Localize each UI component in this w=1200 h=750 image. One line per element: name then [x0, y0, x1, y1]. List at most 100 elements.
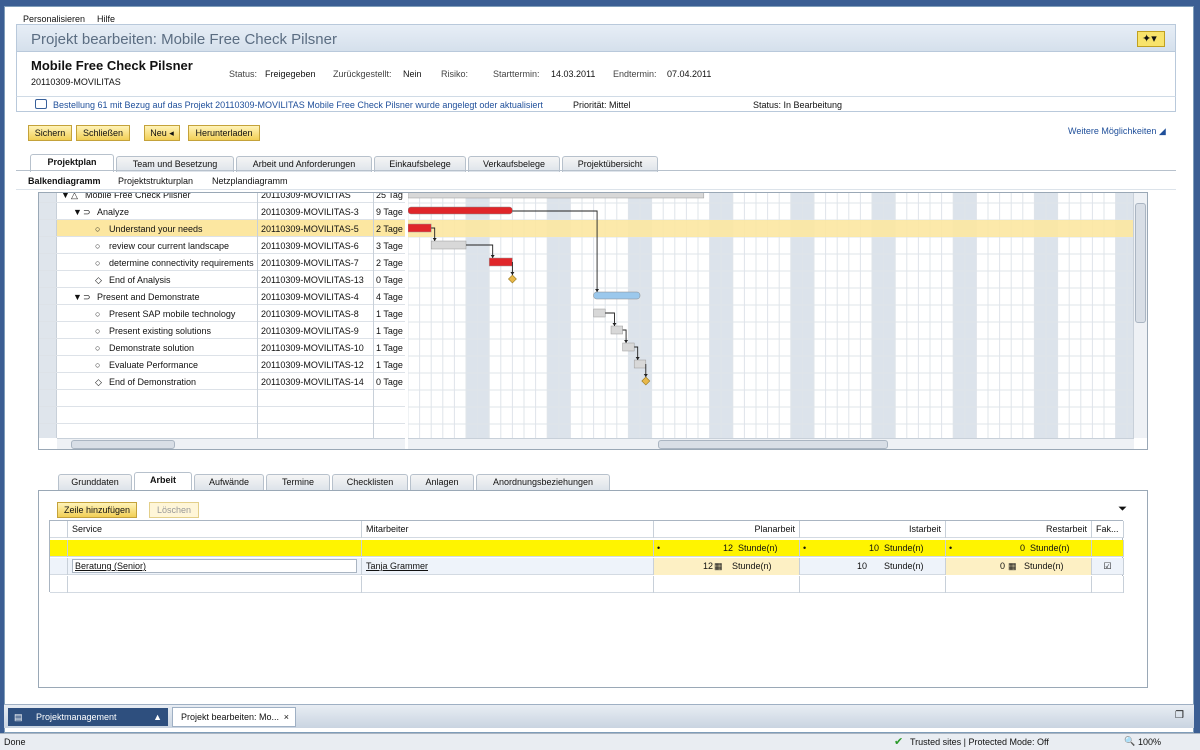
new-button[interactable]: Neu ◂	[144, 125, 180, 141]
service-input[interactable]: Beratung (Senior)	[72, 559, 357, 573]
employee-cell[interactable]: Tanja Grammer	[362, 558, 654, 575]
task-duration: 1 Tage	[376, 360, 403, 370]
detail-tab-arbeit[interactable]: Arbeit	[134, 472, 192, 490]
row-selector[interactable]	[39, 339, 57, 355]
left-horizontal-scrollbar[interactable]	[57, 438, 405, 449]
zoom-icon[interactable]: 🔍	[1124, 736, 1135, 747]
right-horizontal-scrollbar[interactable]	[408, 438, 1134, 449]
filter-icon[interactable]: ⏷	[1118, 503, 1127, 516]
detail-tab-anlagen[interactable]: Anlagen	[410, 474, 474, 490]
col-istarbeit[interactable]: Istarbeit	[800, 521, 946, 538]
row-selector[interactable]	[39, 373, 57, 389]
column-separator	[373, 193, 374, 438]
gantt-row[interactable]: ○ Understand your needs 20110309-MOVILITAS…	[39, 220, 405, 237]
row-selector[interactable]	[39, 271, 57, 287]
gantt-bar-area	[408, 193, 1134, 438]
gantt-row[interactable]: ○ Present SAP mobile technology 20110309-M…	[39, 305, 405, 322]
rest-value[interactable]: 0	[1000, 558, 1005, 574]
calculator-icon[interactable]: ▦	[714, 558, 723, 574]
add-row-button[interactable]: Zeile hinzufügen	[57, 502, 137, 518]
gantt-row[interactable]: ○ determine connectivity requirements 2011…	[39, 254, 405, 271]
gantt-row[interactable]: ○ Evaluate Performance 20110309-MOVILITAS-…	[39, 356, 405, 373]
gantt-empty-row	[39, 407, 405, 424]
col-fak[interactable]: Fak...	[1092, 521, 1124, 538]
plan-value[interactable]: 12	[703, 558, 713, 574]
task-bar	[633, 359, 647, 369]
plan-cell[interactable]: 12 ▦ Stunde(n)	[654, 558, 800, 575]
col-restarbeit[interactable]: Restarbeit	[946, 521, 1092, 538]
row-selector[interactable]	[39, 407, 57, 423]
col-service[interactable]: Service	[68, 521, 362, 538]
personalize-button[interactable]: ✦▾	[1137, 31, 1165, 47]
row-selector[interactable]	[39, 203, 57, 219]
download-button[interactable]: Herunterladen	[188, 125, 260, 141]
scroll-thumb[interactable]	[71, 440, 175, 449]
detail-tab-aufwaende[interactable]: Aufwände	[194, 474, 264, 490]
row-selector-header[interactable]	[50, 521, 68, 538]
rest-cell[interactable]: 0 ▦ Stunde(n)	[946, 558, 1092, 575]
menu-personalisieren[interactable]: Personalisieren	[23, 14, 85, 24]
row-selector[interactable]	[39, 193, 57, 202]
row-selector[interactable]	[39, 356, 57, 372]
detail-tab-anordnung[interactable]: Anordnungsbeziehungen	[476, 474, 610, 490]
detail-tab-checklisten[interactable]: Checklisten	[332, 474, 408, 490]
subtab-balken[interactable]: Balkendiagramm	[28, 176, 101, 186]
window-restore-icon[interactable]: ❐	[1175, 710, 1184, 721]
save-button[interactable]: Sichern	[28, 125, 72, 141]
subtab-netzplan[interactable]: Netzplandiagramm	[212, 176, 288, 186]
detail-tab-termine[interactable]: Termine	[266, 474, 330, 490]
gantt-row[interactable]: ▼ ⊃ Analyze 20110309-MOVILITAS-3 9 Tage	[39, 203, 405, 220]
row-selector[interactable]	[39, 237, 57, 253]
row-selector[interactable]	[39, 390, 57, 406]
expand-icon[interactable]: ▼	[73, 207, 82, 217]
workcenter-button[interactable]: ▤ Projektmanagement ▲	[8, 708, 168, 726]
row-selector[interactable]	[50, 540, 68, 557]
row-selector[interactable]	[39, 220, 57, 236]
task-id: 20110309-MOVILITAS-9	[261, 326, 359, 336]
subtab-psp[interactable]: Projektstrukturplan	[118, 176, 193, 186]
close-button[interactable]: Schließen	[76, 125, 130, 141]
gantt-row[interactable]: ◇ End of Demonstration 20110309-MOVILITAS-…	[39, 373, 405, 390]
gantt-row[interactable]: ○ Demonstrate solution 20110309-MOVILITAS-…	[39, 339, 405, 356]
gantt-row[interactable]: ▼ ⊃ Present and Demonstrate 20110309-MOVILI…	[39, 288, 405, 305]
row-selector[interactable]	[39, 424, 57, 438]
employee-value[interactable]: Tanja Grammer	[366, 561, 428, 571]
chevron-up-icon[interactable]: ▲	[153, 708, 162, 726]
sum-row: • 12 Stunde(n) • 10 Stunde(n) • 0 Stunde(n)	[50, 540, 1124, 557]
row-selector[interactable]	[50, 576, 68, 593]
gantt-row[interactable]: ▼ △ Mobile Free Check Pilsner 20110309-MOVI…	[39, 193, 405, 203]
detail-tab-grunddaten[interactable]: Grunddaten	[58, 474, 132, 490]
gantt-row[interactable]: ○ Present existing solutions 20110309-MOVI…	[39, 322, 405, 339]
col-mitarbeiter[interactable]: Mitarbeiter	[362, 521, 654, 538]
work-table: Service Mitarbeiter Planarbeit Istarbeit…	[49, 520, 1124, 593]
row-selector[interactable]	[39, 254, 57, 270]
task-bar	[430, 240, 467, 250]
scroll-thumb[interactable]	[1135, 203, 1146, 323]
calculator-icon[interactable]: ▦	[1008, 558, 1017, 574]
more-options-link[interactable]: Weitere Möglichkeiten ◢	[1068, 126, 1166, 137]
expand-icon[interactable]: ▼	[61, 193, 70, 200]
col-planarbeit[interactable]: Planarbeit	[654, 521, 800, 538]
row-selector[interactable]	[50, 558, 68, 575]
message-text[interactable]: Bestellung 61 mit Bezug auf das Projekt …	[53, 100, 543, 110]
fak-checkbox[interactable]: ☑	[1092, 558, 1124, 575]
task-icon: ○	[95, 241, 101, 251]
row-selector[interactable]	[39, 288, 57, 304]
task-bar	[408, 223, 432, 233]
menu-hilfe[interactable]: Hilfe	[97, 14, 115, 24]
row-selector[interactable]	[39, 322, 57, 338]
row-selector[interactable]	[39, 305, 57, 321]
reset-label: Zurückgestellt:	[333, 69, 392, 79]
expand-icon[interactable]: ▼	[73, 292, 82, 302]
gantt-row[interactable]: ◇ End of Analysis 20110309-MOVILITAS-13 0 T…	[39, 271, 405, 288]
gantt-row[interactable]: ○ review cour current landscape 20110309-M…	[39, 237, 405, 254]
zoom-level[interactable]: 100%	[1138, 737, 1161, 747]
service-cell[interactable]: Beratung (Senior)	[68, 558, 362, 575]
close-icon[interactable]: ×	[284, 708, 289, 726]
gantt-vertical-scrollbar[interactable]	[1133, 193, 1147, 438]
scroll-thumb[interactable]	[658, 440, 888, 449]
sum-employee	[362, 540, 654, 557]
open-window-tab[interactable]: Projekt bearbeiten: Mo... ×	[172, 707, 296, 727]
task-name: Present SAP mobile technology	[109, 309, 236, 319]
task-duration: 0 Tage	[376, 275, 403, 285]
